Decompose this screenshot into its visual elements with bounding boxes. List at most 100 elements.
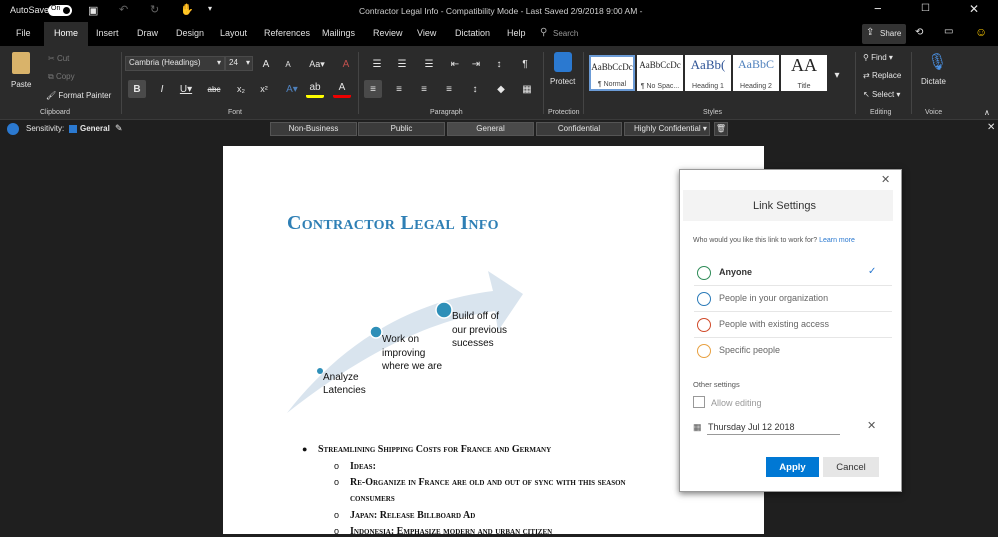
align-center-icon[interactable]: ≡ [390,80,408,98]
borders-icon[interactable]: ▦ [518,80,536,98]
style-heading-2[interactable]: AaBbC Heading 2 [733,55,779,91]
cancel-button[interactable]: Cancel [823,457,879,477]
font-name-value: Cambria (Headings) [129,58,201,67]
qat-dropdown-icon[interactable]: ▾ [208,4,212,13]
share-button[interactable]: ⇪ Share [862,24,906,44]
clear-date-icon[interactable]: ✕ [867,419,876,432]
bullets-icon[interactable]: ☰ [368,55,386,73]
tab-home[interactable]: Home [44,22,89,46]
save-icon[interactable]: ▣ [88,4,98,17]
text-effects-icon[interactable]: A▾ [283,80,301,98]
redo-icon[interactable]: ↻ [150,3,159,16]
smiley-feedback-icon[interactable]: ☺ [975,25,987,39]
touch-mode-icon[interactable]: ✋ [180,3,194,16]
styles-more-icon[interactable]: ▾ [828,66,846,84]
shrink-font-icon[interactable]: A [279,55,297,73]
font-name-dropdown[interactable]: Cambria (Headings) ▾ [125,56,225,71]
option-label: Anyone [719,267,753,277]
format-painter-button[interactable]: 🖌 Format Painter [46,91,111,100]
tab-file[interactable]: File [16,28,31,38]
style-no-spacing[interactable]: AaBbCcDc ¶ No Spac... [637,55,683,91]
tab-draw[interactable]: Draw [137,28,158,38]
grow-font-icon[interactable]: A [257,55,275,73]
style-heading-1[interactable]: AaBb(Heading 1 [685,55,731,91]
bold-button[interactable]: B [128,80,146,98]
highlight-icon[interactable]: ab [306,80,324,98]
style-title[interactable]: AA Title [781,55,827,91]
tab-mailings[interactable]: Mailings [322,28,355,38]
protect-button[interactable]: Protect [546,52,580,96]
sensitivity-option-public[interactable]: Public [358,122,445,136]
sensitivity-option-non-business[interactable]: Non-Business [270,122,357,136]
minimize-icon[interactable]: − [874,1,882,16]
italic-button[interactable]: I [153,80,171,98]
tab-insert[interactable]: Insert [96,28,119,38]
line-spacing-icon[interactable]: ↕ [466,80,484,98]
autosave-toggle[interactable]: On [48,5,72,16]
change-case-icon[interactable]: Aa▾ [308,55,326,73]
cut-button[interactable]: ✂ Cut [48,54,69,63]
option-anyone[interactable]: Anyone ✓ [694,262,892,286]
expiry-date-field[interactable]: Thursday Jul 12 2018 [707,420,840,435]
superscript-button[interactable]: x² [255,80,273,98]
collapse-ribbon-icon[interactable]: ∧ [984,108,990,117]
search-box[interactable]: Search [553,29,578,38]
allow-editing-checkbox[interactable] [693,396,705,408]
numbering-icon[interactable]: ☰ [393,55,411,73]
protect-label: Protect [550,77,576,86]
increase-indent-icon[interactable]: ⇥ [467,55,485,73]
style-normal[interactable]: AaBbCcDc ¶ Normal [589,55,635,91]
close-sensitivity-bar-icon[interactable]: ✕ [987,122,995,133]
multilevel-list-icon[interactable]: ☰ [420,55,438,73]
strikethrough-button[interactable]: abc [205,80,223,98]
apply-button[interactable]: Apply [766,457,819,477]
divider [358,52,359,114]
edit-pencil-icon[interactable]: ✎ [115,123,123,134]
document-title[interactable]: Contractor Legal Info [287,212,499,235]
tab-help[interactable]: Help [507,28,526,38]
sort-icon[interactable]: ↕ [490,55,508,73]
sensitivity-option-highly-confidential[interactable]: Highly Confidential ▾ [624,122,710,136]
history-icon[interactable]: ⟲ [915,27,923,38]
dictate-button[interactable]: 🎙 Dictate [918,52,952,96]
tab-dictation[interactable]: Dictation [455,28,490,38]
font-size-dropdown[interactable]: 24 ▾ [225,56,253,71]
style-name: ¶ Normal [597,81,627,88]
close-dialog-icon[interactable]: ✕ [881,173,890,186]
show-marks-icon[interactable]: ¶ [516,55,534,73]
find-button[interactable]: ⚲ Find ▾ [863,53,893,62]
tab-review[interactable]: Review [373,28,403,38]
close-window-icon[interactable]: ✕ [969,2,979,16]
underline-button[interactable]: U▾ [177,80,195,98]
copy-button[interactable]: ⧉ Copy [48,72,75,82]
style-name: ¶ No Spac... [640,83,680,90]
justify-icon[interactable]: ≡ [440,80,458,98]
comments-icon[interactable]: ▭ [944,26,953,37]
align-right-icon[interactable]: ≡ [415,80,433,98]
maximize-icon[interactable]: ☐ [921,3,930,14]
tab-view[interactable]: View [417,28,436,38]
delete-label-icon[interactable]: 🗑 [714,122,728,136]
style-name: Title [797,83,811,90]
shading-icon[interactable]: ◆ [492,80,510,98]
option-organization[interactable]: People in your organization [694,288,892,312]
learn-more-link[interactable]: Learn more [819,237,855,244]
clear-formatting-icon[interactable]: A [337,55,355,73]
font-color-icon[interactable]: A [333,80,351,98]
tab-references[interactable]: References [264,28,310,38]
subscript-button[interactable]: x₂ [232,80,250,98]
option-existing-access[interactable]: People with existing access [694,314,892,338]
tab-layout[interactable]: Layout [220,28,247,38]
undo-icon[interactable]: ↶ [119,3,128,16]
align-left-icon[interactable]: ≡ [364,80,382,98]
globe-icon [697,266,711,280]
select-button[interactable]: ↖ Select ▾ [863,90,900,99]
tab-design[interactable]: Design [176,28,204,38]
replace-button[interactable]: ⇄ Replace [863,71,901,80]
decrease-indent-icon[interactable]: ⇤ [446,55,464,73]
paste-button[interactable]: Paste [8,52,36,96]
sensitivity-option-confidential[interactable]: Confidential [536,122,622,136]
sensitivity-option-general[interactable]: General [447,122,534,136]
option-specific-people[interactable]: Specific people [694,340,892,364]
dialog-title: Link Settings [753,200,816,212]
